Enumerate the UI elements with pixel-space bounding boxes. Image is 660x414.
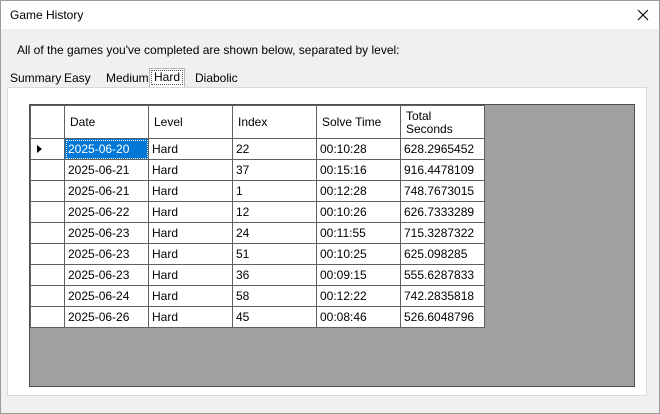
corner-header bbox=[30, 105, 65, 139]
level-cell[interactable]: Hard bbox=[148, 243, 233, 265]
table-row[interactable]: 2025-06-23 Hard 36 00:09:15 555.6287833 bbox=[30, 264, 485, 286]
date-cell[interactable]: 2025-06-22 bbox=[64, 201, 149, 223]
total-seconds-cell[interactable]: 742.2835818 bbox=[400, 285, 485, 307]
level-cell[interactable]: Hard bbox=[148, 159, 233, 181]
solve-time-cell[interactable]: 00:09:15 bbox=[316, 264, 401, 286]
date-cell[interactable]: 2025-06-23 bbox=[64, 243, 149, 265]
total-seconds-cell[interactable]: 626.7333289 bbox=[400, 201, 485, 223]
solve-time-cell[interactable]: 00:10:25 bbox=[316, 243, 401, 265]
close-button[interactable] bbox=[630, 3, 656, 27]
grid-body: 2025-06-20 Hard 22 00:10:28 628.2965452 2025-… bbox=[30, 138, 485, 328]
window-title: Game History bbox=[10, 8, 84, 22]
level-cell[interactable]: Hard bbox=[148, 138, 233, 160]
index-cell[interactable]: 51 bbox=[232, 243, 317, 265]
row-header[interactable] bbox=[30, 243, 65, 265]
row-header[interactable] bbox=[30, 180, 65, 202]
table-row[interactable]: 2025-06-24 Hard 58 00:12:22 742.2835818 bbox=[30, 285, 485, 307]
solve-time-cell[interactable]: 00:10:28 bbox=[316, 138, 401, 160]
level-cell[interactable]: Hard bbox=[148, 306, 233, 328]
current-row-arrow-icon bbox=[37, 145, 42, 153]
column-header-level[interactable]: Level bbox=[148, 105, 233, 139]
header-row: Date Level Index Solve Time Total Second… bbox=[30, 105, 485, 139]
tab-panel-hard: Date Level Index Solve Time Total Second… bbox=[7, 87, 647, 396]
date-cell[interactable]: 2025-06-23 bbox=[64, 264, 149, 286]
index-cell[interactable]: 45 bbox=[232, 306, 317, 328]
index-cell[interactable]: 22 bbox=[232, 138, 317, 160]
level-cell[interactable]: Hard bbox=[148, 201, 233, 223]
total-seconds-cell[interactable]: 628.2965452 bbox=[400, 138, 485, 160]
tab-diabolic[interactable]: Diabolic bbox=[192, 70, 241, 87]
row-header[interactable] bbox=[30, 138, 65, 160]
level-cell[interactable]: Hard bbox=[148, 264, 233, 286]
index-cell[interactable]: 24 bbox=[232, 222, 317, 244]
date-cell[interactable]: 2025-06-21 bbox=[64, 180, 149, 202]
row-header[interactable] bbox=[30, 159, 65, 181]
solve-time-cell[interactable]: 00:12:22 bbox=[316, 285, 401, 307]
level-cell[interactable]: Hard bbox=[148, 180, 233, 202]
row-header[interactable] bbox=[30, 222, 65, 244]
column-header-solve-time[interactable]: Solve Time bbox=[316, 105, 401, 139]
description-text: All of the games you've completed are sh… bbox=[17, 43, 400, 57]
row-header[interactable] bbox=[30, 306, 65, 328]
title-bar: Game History bbox=[1, 1, 659, 29]
date-cell[interactable]: 2025-06-20 bbox=[64, 138, 149, 160]
total-seconds-cell[interactable]: 526.6048796 bbox=[400, 306, 485, 328]
games-table: Date Level Index Solve Time Total Second… bbox=[30, 105, 485, 328]
index-cell[interactable]: 36 bbox=[232, 264, 317, 286]
total-seconds-cell[interactable]: 748.7673015 bbox=[400, 180, 485, 202]
close-icon bbox=[637, 9, 649, 21]
date-cell[interactable]: 2025-06-24 bbox=[64, 285, 149, 307]
table-row[interactable]: 2025-06-26 Hard 45 00:08:46 526.6048796 bbox=[30, 306, 485, 328]
solve-time-cell[interactable]: 00:15:16 bbox=[316, 159, 401, 181]
total-seconds-cell[interactable]: 916.4478109 bbox=[400, 159, 485, 181]
row-header[interactable] bbox=[30, 264, 65, 286]
date-cell[interactable]: 2025-06-26 bbox=[64, 306, 149, 328]
table-row[interactable]: 2025-06-20 Hard 22 00:10:28 628.2965452 bbox=[30, 138, 485, 160]
tab-hard[interactable]: Hard bbox=[149, 68, 186, 87]
table-row[interactable]: 2025-06-23 Hard 51 00:10:25 625.098285 bbox=[30, 243, 485, 265]
tab-medium[interactable]: Medium bbox=[103, 70, 152, 87]
date-cell[interactable]: 2025-06-23 bbox=[64, 222, 149, 244]
column-header-date[interactable]: Date bbox=[64, 105, 149, 139]
column-header-total-seconds[interactable]: Total Seconds bbox=[400, 105, 485, 139]
index-cell[interactable]: 12 bbox=[232, 201, 317, 223]
solve-time-cell[interactable]: 00:12:28 bbox=[316, 180, 401, 202]
row-header[interactable] bbox=[30, 201, 65, 223]
solve-time-cell[interactable]: 00:10:26 bbox=[316, 201, 401, 223]
level-cell[interactable]: Hard bbox=[148, 285, 233, 307]
solve-time-cell[interactable]: 00:08:46 bbox=[316, 306, 401, 328]
level-cell[interactable]: Hard bbox=[148, 222, 233, 244]
row-header[interactable] bbox=[30, 285, 65, 307]
games-grid[interactable]: Date Level Index Solve Time Total Second… bbox=[29, 104, 635, 387]
table-row[interactable]: 2025-06-23 Hard 24 00:11:55 715.3287322 bbox=[30, 222, 485, 244]
total-seconds-cell[interactable]: 555.6287833 bbox=[400, 264, 485, 286]
total-seconds-cell[interactable]: 625.098285 bbox=[400, 243, 485, 265]
index-cell[interactable]: 37 bbox=[232, 159, 317, 181]
column-header-index[interactable]: Index bbox=[232, 105, 317, 139]
solve-time-cell[interactable]: 00:11:55 bbox=[316, 222, 401, 244]
date-cell[interactable]: 2025-06-21 bbox=[64, 159, 149, 181]
tab-summary[interactable]: Summary bbox=[7, 70, 64, 87]
tab-easy[interactable]: Easy bbox=[61, 70, 94, 87]
total-seconds-cell[interactable]: 715.3287322 bbox=[400, 222, 485, 244]
game-history-window: Game History All of the games you've com… bbox=[0, 0, 660, 414]
index-cell[interactable]: 1 bbox=[232, 180, 317, 202]
table-row[interactable]: 2025-06-22 Hard 12 00:10:26 626.7333289 bbox=[30, 201, 485, 223]
index-cell[interactable]: 58 bbox=[232, 285, 317, 307]
table-row[interactable]: 2025-06-21 Hard 1 00:12:28 748.7673015 bbox=[30, 180, 485, 202]
table-row[interactable]: 2025-06-21 Hard 37 00:15:16 916.4478109 bbox=[30, 159, 485, 181]
